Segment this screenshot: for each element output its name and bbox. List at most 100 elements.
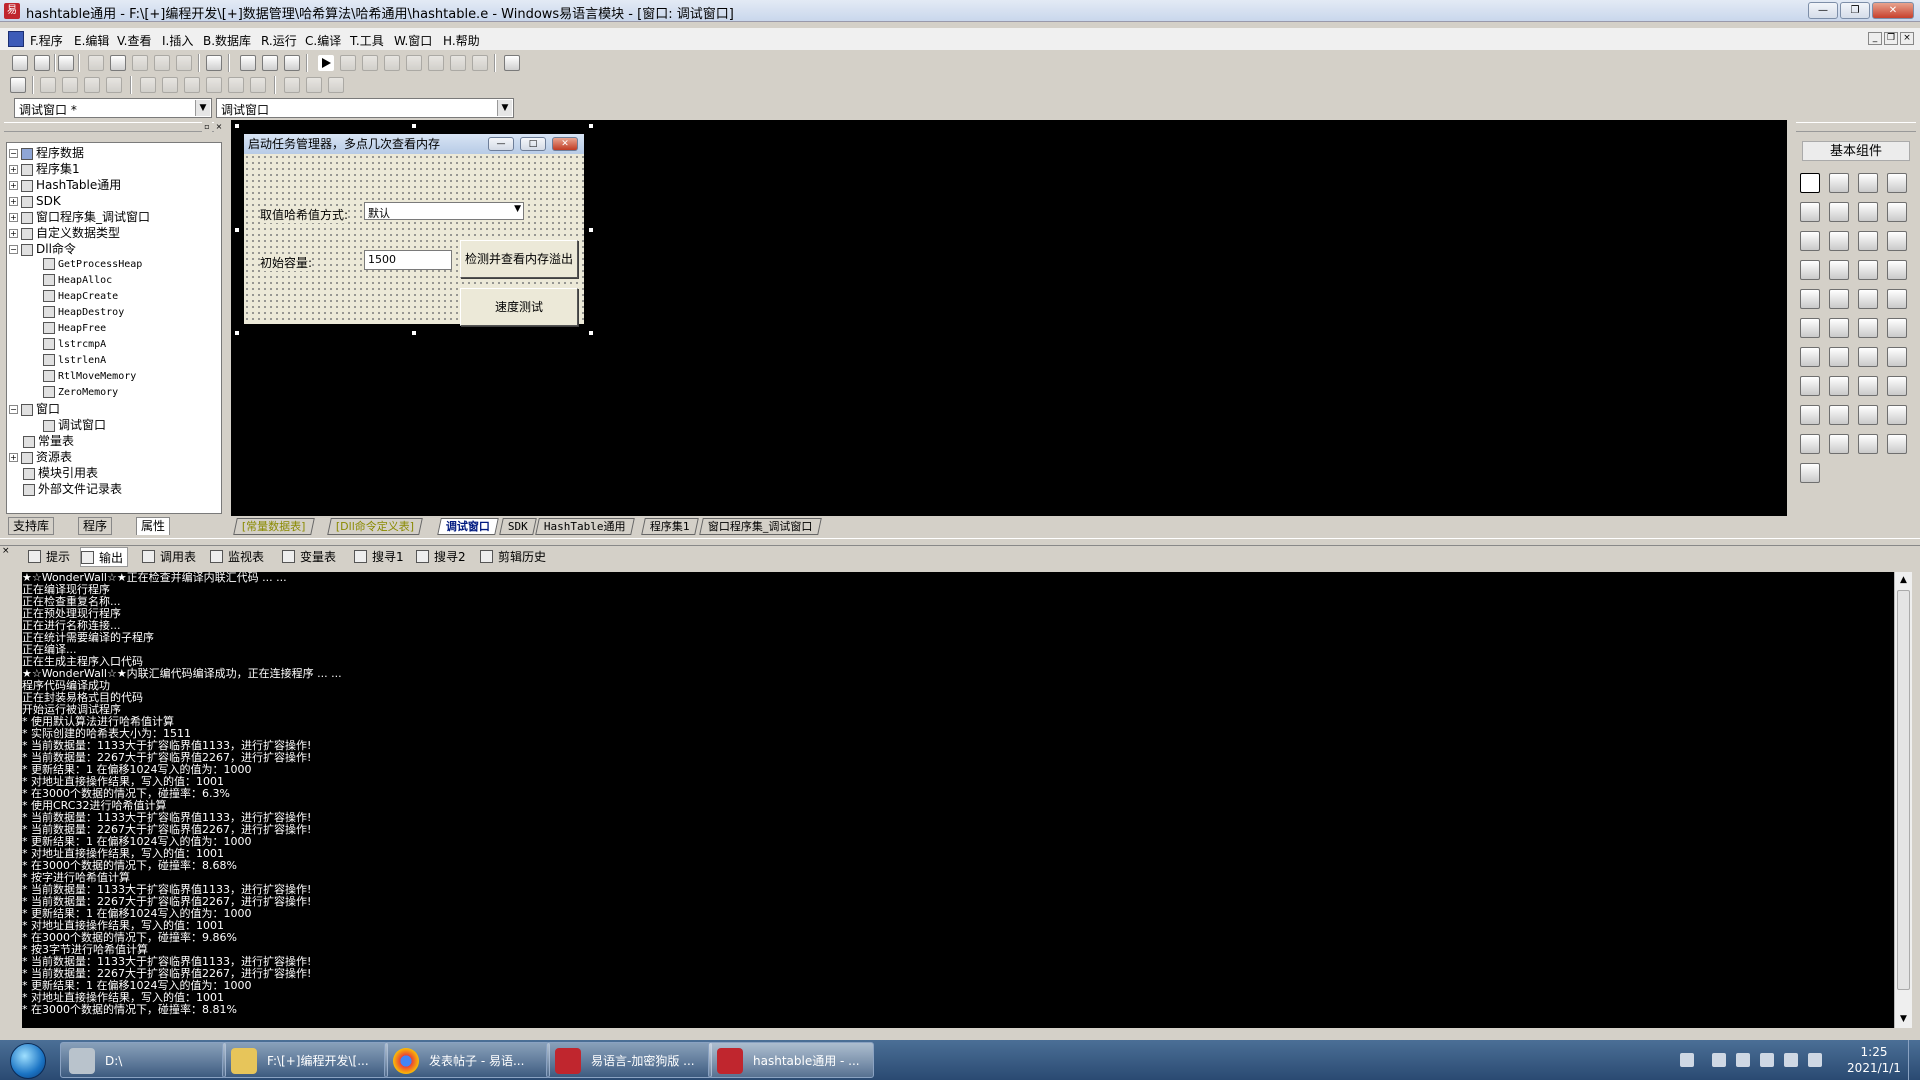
group-icon[interactable]: [1858, 289, 1878, 309]
tool-icon[interactable]: [1712, 1053, 1726, 1067]
tab-constant-table[interactable]: [常量数据表]: [233, 518, 315, 535]
checkbox-icon[interactable]: [1800, 231, 1820, 251]
undo-icon[interactable]: [176, 55, 192, 71]
tab-dll-table[interactable]: [Dll命令定义表]: [327, 518, 423, 535]
tree-node[interactable]: − 窗口: [9, 401, 60, 417]
scroll-icon[interactable]: [1829, 260, 1849, 280]
space-vertical-icon[interactable]: [206, 77, 222, 93]
show-desktop-button[interactable]: [1908, 1040, 1920, 1080]
tab-output[interactable]: 输出: [80, 547, 129, 567]
calendar-icon[interactable]: [1800, 318, 1820, 338]
same-width-icon[interactable]: [228, 77, 244, 93]
horizontal-splitter[interactable]: [0, 538, 1920, 546]
timer-icon[interactable]: [1800, 376, 1820, 396]
form-maximize-icon[interactable]: □: [520, 137, 546, 151]
space-horizontal-icon[interactable]: [184, 77, 200, 93]
tree-node[interactable]: + 程序集1: [9, 161, 80, 177]
tree-node[interactable]: + SDK: [9, 193, 61, 209]
tree-node-dll[interactable]: lstrlenA: [43, 353, 106, 369]
edit-box-icon[interactable]: [1800, 202, 1820, 222]
tab-clip-history[interactable]: 剪辑历史: [480, 547, 546, 567]
printer-icon[interactable]: [1829, 376, 1849, 396]
expand-icon[interactable]: +: [9, 181, 18, 190]
tree-node[interactable]: 外部文件记录表: [23, 481, 122, 497]
menu-edit[interactable]: E.编辑: [74, 32, 109, 49]
tree-node-dll[interactable]: RtlMoveMemory: [43, 369, 136, 385]
taskbar-item-folder[interactable]: F:\[+]编程开发\[...: [222, 1042, 388, 1078]
data-source-icon[interactable]: [1887, 405, 1907, 425]
layout-panel-icon[interactable]: [262, 55, 278, 71]
menu-database[interactable]: B.数据库: [203, 32, 251, 49]
pointer-icon[interactable]: [1800, 173, 1820, 193]
tab-hashtable[interactable]: HashTable通用: [535, 518, 635, 535]
breakpoint-icon[interactable]: [450, 55, 466, 71]
port-icon[interactable]: [1829, 405, 1849, 425]
tree-node[interactable]: 常量表: [23, 433, 74, 449]
expand-icon[interactable]: +: [9, 213, 18, 222]
resize-handle[interactable]: [234, 227, 240, 233]
tab-window-assembly[interactable]: 窗口程序集_调试窗口: [699, 518, 822, 535]
client-icon[interactable]: [1887, 376, 1907, 396]
mdi-restore-button[interactable]: ❐: [1884, 32, 1898, 45]
tab-debug-window[interactable]: 调试窗口: [437, 518, 499, 535]
tab-search2[interactable]: 搜寻2: [416, 547, 466, 567]
center-horizontal-icon[interactable]: [140, 77, 156, 93]
collapse-icon[interactable]: −: [9, 245, 18, 254]
console-scrollbar[interactable]: ▲ ▼: [1894, 572, 1912, 1028]
same-height-icon[interactable]: [250, 77, 266, 93]
tree-icon[interactable]: [1829, 347, 1849, 367]
size-both-icon[interactable]: [328, 77, 344, 93]
object-selector-combo[interactable]: 调试窗口 * ▼: [14, 98, 212, 118]
resize-handle[interactable]: [588, 123, 594, 129]
debug-form[interactable]: 启动任务管理器，多点几次查看内存 — □ ✕ 取值哈希值方式: 默认 ▼ 初始容…: [244, 134, 584, 326]
align-right-icon[interactable]: [62, 77, 78, 93]
tree-node-dll[interactable]: HeapDestroy: [43, 305, 124, 321]
tree-node[interactable]: + 自定义数据类型: [9, 225, 120, 241]
picture-icon[interactable]: [1858, 173, 1878, 193]
grid-view-icon[interactable]: [1887, 347, 1907, 367]
event-selector-combo[interactable]: 调试窗口 ▼: [216, 98, 514, 118]
copy-icon[interactable]: [110, 55, 126, 71]
tree-node-dll[interactable]: lstrcmpA: [43, 337, 106, 353]
cut-icon[interactable]: [88, 55, 104, 71]
tab-search1[interactable]: 搜寻1: [354, 547, 404, 567]
chevron-down-icon[interactable]: ▼: [514, 204, 521, 214]
output-close-icon[interactable]: ×: [2, 546, 12, 556]
list-view-icon[interactable]: [1800, 260, 1820, 280]
tree-node-dll[interactable]: HeapCreate: [43, 289, 118, 305]
grid-icon[interactable]: [10, 77, 26, 93]
resize-handle[interactable]: [234, 123, 240, 129]
expand-icon[interactable]: +: [9, 197, 18, 206]
tree-node-window[interactable]: 调试窗口: [43, 417, 106, 433]
db-provider-icon[interactable]: [1829, 434, 1849, 454]
tab-variables[interactable]: 变量表: [282, 547, 336, 567]
start-button[interactable]: [2, 1041, 54, 1079]
save-icon[interactable]: [58, 55, 74, 71]
resize-handle[interactable]: [588, 330, 594, 336]
scroll-thumb[interactable]: [1897, 590, 1910, 990]
tab-sdk[interactable]: SDK: [499, 518, 537, 535]
taskbar-item-hashtable[interactable]: hashtable通用 - ...: [708, 1042, 874, 1078]
align-top-icon[interactable]: [84, 77, 100, 93]
tree-node[interactable]: + 窗口程序集_调试窗口: [9, 209, 150, 225]
tab-assembly1[interactable]: 程序集1: [641, 518, 699, 535]
radio-icon[interactable]: [1829, 231, 1849, 251]
redo-icon[interactable]: [154, 55, 170, 71]
layout-split-icon[interactable]: [284, 55, 300, 71]
chevron-down-icon[interactable]: ▼: [195, 100, 210, 116]
tree-node[interactable]: + 资源表: [9, 449, 72, 465]
tree-node-root[interactable]: − 程序数据: [9, 145, 84, 161]
hash-method-select[interactable]: 默认 ▼: [364, 202, 524, 220]
chevron-down-icon[interactable]: ▼: [497, 100, 512, 116]
clock[interactable]: 1:25 2021/1/1: [1844, 1044, 1904, 1076]
tree-node-dll[interactable]: ZeroMemory: [43, 385, 118, 401]
odbc-source-icon[interactable]: [1800, 463, 1820, 483]
paste-icon[interactable]: [132, 55, 148, 71]
panel-icon[interactable]: [1829, 318, 1849, 338]
odbc-icon[interactable]: [1887, 434, 1907, 454]
check-memory-button[interactable]: 检测并查看内存溢出: [460, 240, 578, 278]
tab-watch[interactable]: 监视表: [210, 547, 264, 567]
tab-hint[interactable]: 提示: [28, 547, 70, 567]
document-icon[interactable]: [8, 31, 24, 47]
step-out-icon[interactable]: [406, 55, 422, 71]
